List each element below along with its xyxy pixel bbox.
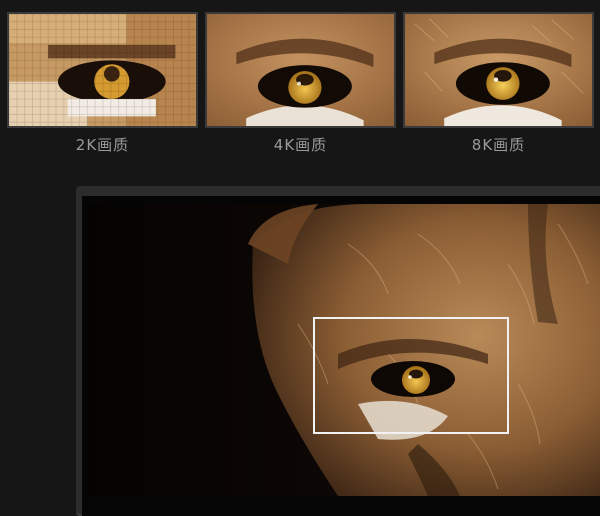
label-8k: 8K画质 [471, 136, 526, 154]
label-4k: 4K画质 [273, 136, 328, 154]
thumbnail-4k [205, 12, 396, 128]
thumbnail-2k [7, 12, 198, 128]
lion-eye-4k-image [207, 14, 394, 126]
quality-comparison-strip: 2K画质 4K画质 8K画质 [0, 0, 600, 180]
thumbnail-8k [403, 12, 594, 128]
label-2k: 2K画质 [75, 136, 130, 154]
zoom-highlight-frame [313, 317, 509, 434]
lion-eye-8k-image [405, 14, 592, 126]
lion-eye-2k-image [9, 14, 196, 126]
